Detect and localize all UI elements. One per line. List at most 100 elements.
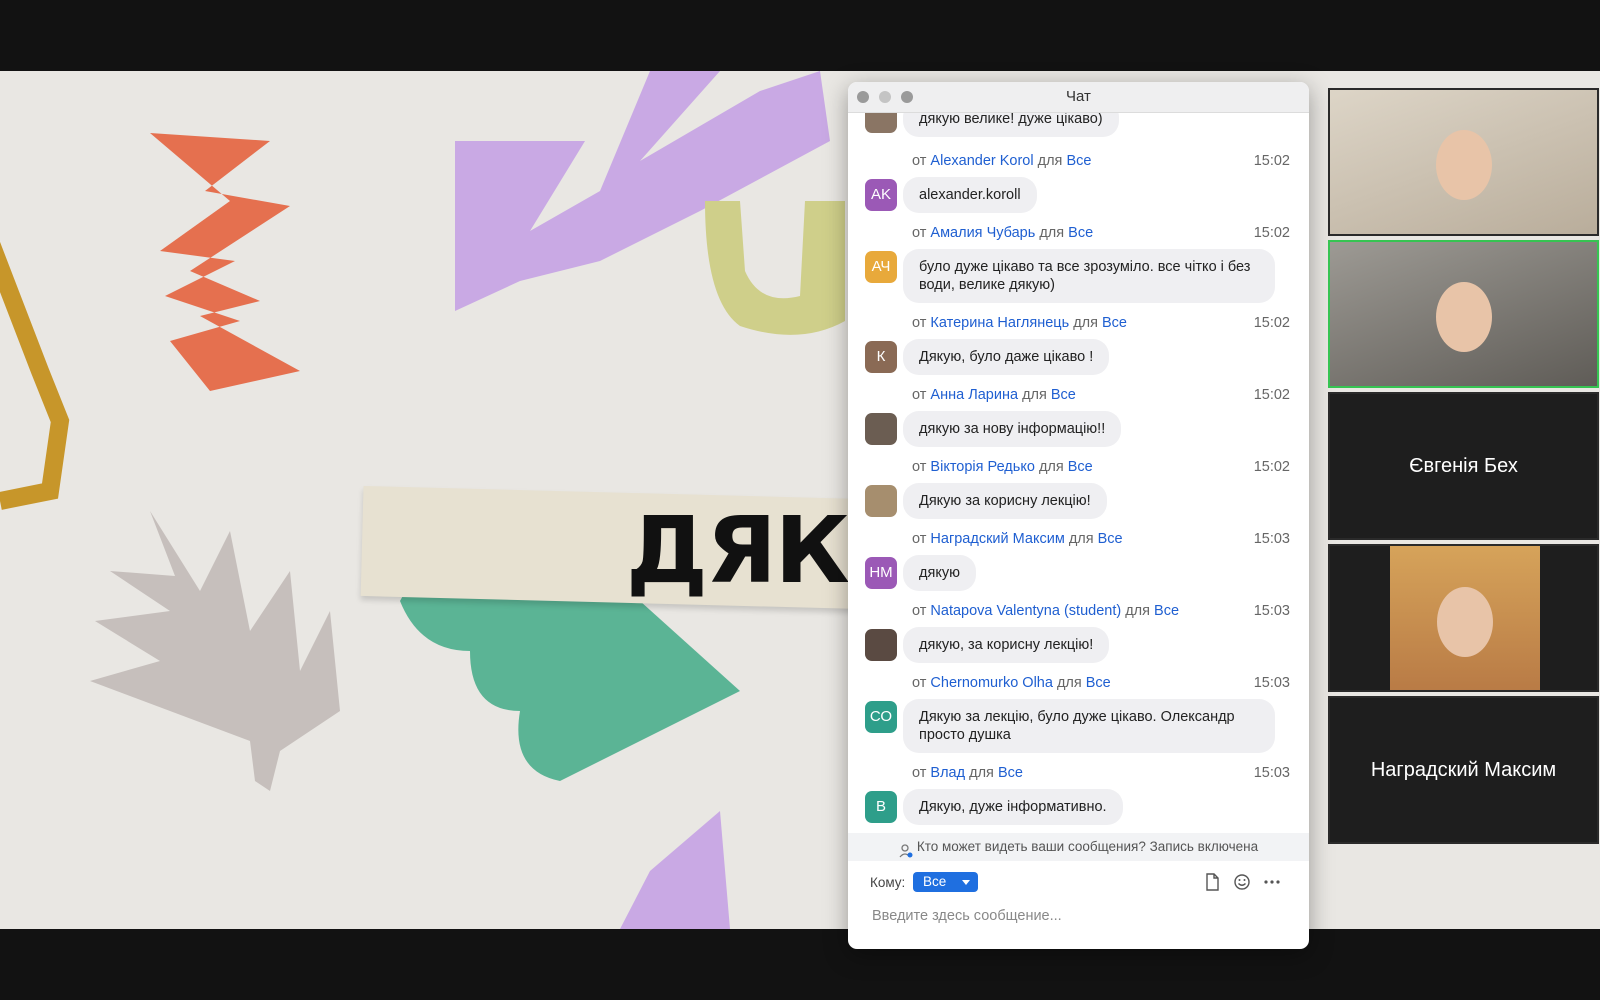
- sender-link[interactable]: Амалия Чубарь: [930, 225, 1035, 241]
- mustard-shape: [0, 241, 70, 510]
- file-icon[interactable]: [1202, 872, 1222, 892]
- participant-tile[interactable]: Наградский Максим: [1328, 696, 1599, 844]
- participant-face: [1435, 282, 1492, 353]
- avatar[interactable]: АЧ: [865, 251, 897, 283]
- recipient-link[interactable]: Все: [1098, 531, 1123, 547]
- visibility-notice[interactable]: Кто может видеть ваши сообщения? Запись …: [848, 833, 1309, 861]
- message-time: 15:02: [1253, 387, 1290, 403]
- message-meta: от Анна Ларина для Все: [912, 387, 1076, 403]
- participant-tile[interactable]: Євгенія Бех: [1328, 392, 1599, 540]
- sender-link[interactable]: Влад: [930, 765, 965, 781]
- participant-video: [1390, 546, 1540, 690]
- participant-face: [1437, 587, 1493, 658]
- participant-tile[interactable]: [1328, 240, 1599, 388]
- chat-window-title: Чат: [1066, 88, 1091, 105]
- avatar-initials: AK: [870, 186, 891, 203]
- recipient-link[interactable]: Все: [1068, 225, 1093, 241]
- olive-u: [705, 201, 845, 335]
- message-meta: от Natapova Valentyna (student) для Все: [912, 603, 1179, 619]
- meta-for: для: [1038, 459, 1064, 475]
- recipient-link[interactable]: Все: [1086, 675, 1111, 691]
- avatar[interactable]: [865, 629, 897, 661]
- message-list[interactable]: дякую велике! дуже цікаво) от Alexander K…: [848, 113, 1309, 833]
- purple-bottom: [620, 811, 730, 929]
- participant-name: Наградский Максим: [1370, 758, 1557, 781]
- meta-for: для: [1073, 315, 1098, 331]
- participant-tile[interactable]: [1328, 88, 1599, 236]
- meta-for: для: [969, 765, 994, 781]
- avatar[interactable]: AK: [865, 179, 897, 211]
- sender-link[interactable]: Chernomurko Olha: [930, 675, 1053, 691]
- message-bubble[interactable]: Дякую за лекцію, було дуже цікаво. Олекс…: [903, 699, 1275, 753]
- avatar[interactable]: [865, 113, 897, 133]
- avatar[interactable]: [865, 413, 897, 445]
- meta-prefix: от: [912, 153, 927, 169]
- recipient-link[interactable]: Все: [1068, 459, 1093, 475]
- sender-link[interactable]: Вікторія Редько: [930, 459, 1034, 475]
- avatar[interactable]: В: [865, 791, 897, 823]
- meta-prefix: от: [912, 459, 927, 475]
- message-time: 15:02: [1253, 459, 1290, 475]
- meta-for: для: [1056, 675, 1082, 691]
- message-time: 15:03: [1253, 675, 1290, 691]
- avatar-initials: АЧ: [871, 258, 891, 275]
- message-bubble[interactable]: дякую велике! дуже цікаво): [903, 113, 1119, 137]
- avatar[interactable]: [865, 485, 897, 517]
- close-button[interactable]: [857, 91, 869, 103]
- recipient-dropdown[interactable]: Все: [913, 872, 978, 892]
- recipient-link[interactable]: Все: [1102, 315, 1127, 331]
- message-bubble[interactable]: Дякую, було даже цікаво !: [903, 339, 1110, 375]
- meta-for: для: [1125, 603, 1150, 619]
- message-meta: от Наградский Максим для Все: [912, 531, 1123, 547]
- recipient-link[interactable]: Все: [1066, 153, 1091, 169]
- grey-leaf: [90, 511, 340, 791]
- avatar[interactable]: К: [865, 341, 897, 373]
- sender-link[interactable]: Natapova Valentyna (student): [930, 603, 1121, 619]
- message-bubble[interactable]: alexander.koroll: [903, 177, 1037, 213]
- meta-for: для: [1022, 387, 1047, 403]
- message-meta: от Alexander Korol для Все: [912, 153, 1091, 169]
- chat-titlebar[interactable]: Чат: [848, 82, 1309, 113]
- meta-prefix: от: [912, 765, 927, 781]
- participant-tile[interactable]: [1328, 544, 1599, 692]
- message-bubble[interactable]: було дуже цікаво та все зрозуміло. все ч…: [903, 249, 1275, 303]
- recipient-link[interactable]: Все: [1051, 387, 1076, 403]
- sender-link[interactable]: Катерина Наглянець: [930, 315, 1069, 331]
- meta-prefix: от: [912, 531, 927, 547]
- participant-name: Євгенія Бех: [1409, 454, 1518, 477]
- recipient-link[interactable]: Все: [998, 765, 1023, 781]
- emoji-icon[interactable]: [1232, 872, 1252, 892]
- meta-prefix: от: [912, 675, 927, 691]
- message-input[interactable]: [860, 900, 1309, 932]
- recipient-label: Кому:: [870, 875, 906, 890]
- meta-prefix: от: [912, 387, 927, 403]
- avatar[interactable]: НМ: [865, 557, 897, 589]
- participant-face: [1435, 130, 1492, 201]
- message-meta: от Катерина Наглянець для Все: [912, 315, 1127, 331]
- avatar[interactable]: СО: [865, 701, 897, 733]
- maximize-button[interactable]: [901, 91, 913, 103]
- visibility-notice-text: Кто может видеть ваши сообщения? Запись …: [916, 839, 1259, 854]
- message-meta: от Амалия Чубарь для Все: [912, 225, 1093, 241]
- message-time: 15:02: [1253, 153, 1290, 169]
- purple-triangles: [455, 71, 830, 311]
- minimize-button[interactable]: [879, 91, 891, 103]
- orange-zigzag: [150, 133, 300, 391]
- chat-window: Чат дякую велике! дуже цікаво) от Alexand…: [848, 82, 1309, 949]
- message-time: 15:02: [1253, 225, 1290, 241]
- more-options-icon[interactable]: [1262, 872, 1282, 892]
- message-meta: от Chernomurko Olha для Все: [912, 675, 1111, 691]
- message-time: 15:03: [1253, 603, 1290, 619]
- message-bubble[interactable]: дякую: [903, 555, 976, 591]
- recipient-row: Кому: Все: [870, 872, 1290, 896]
- sender-link[interactable]: Наградский Максим: [930, 531, 1064, 547]
- message-bubble[interactable]: дякую, за корисну лекцію!: [903, 627, 1110, 663]
- person-lock-icon: [899, 840, 913, 858]
- message-time: 15:02: [1253, 315, 1290, 331]
- message-bubble[interactable]: Дякую за корисну лекцію!: [903, 483, 1107, 519]
- recipient-link[interactable]: Все: [1154, 603, 1179, 619]
- message-bubble[interactable]: Дякую, дуже інформативно.: [903, 789, 1123, 825]
- sender-link[interactable]: Alexander Korol: [930, 153, 1033, 169]
- sender-link[interactable]: Анна Ларина: [930, 387, 1018, 403]
- message-bubble[interactable]: дякую за нову інформацію!!: [903, 411, 1122, 447]
